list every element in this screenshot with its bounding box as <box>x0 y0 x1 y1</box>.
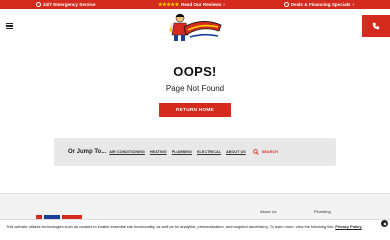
cookie-message: This website utilizes technologies such … <box>6 224 381 229</box>
search-icon <box>253 149 259 155</box>
stars-icon: ★★★★★ <box>158 1 179 8</box>
privacy-policy-link[interactable]: Privacy Policy <box>335 224 361 229</box>
reviews-label: Read Our Reviews <box>180 2 222 7</box>
hamburger-icon[interactable] <box>6 23 13 29</box>
footer-link-about-us[interactable]: About Us <box>260 209 276 214</box>
deals-link[interactable]: Deals & Financing Specials › <box>283 0 354 9</box>
chevron-right-icon: › <box>223 2 225 7</box>
deals-label: Deals & Financing Specials <box>290 2 351 7</box>
phone-icon <box>372 22 380 30</box>
jump-link-heating[interactable]: HEATING <box>150 150 167 154</box>
reviews-link[interactable]: ★★★★★ Read Our Reviews › <box>158 0 225 9</box>
top-banner: 24/7 Emergency Service ★★★★★ Read Our Re… <box>0 0 390 9</box>
search-control[interactable]: SEARCH <box>253 149 278 155</box>
jump-to-bar: Or Jump To... AIR CONDITIONING HEATING P… <box>54 138 336 166</box>
jump-link-air-conditioning[interactable]: AIR CONDITIONING <box>109 150 145 154</box>
jump-link-about-us[interactable]: ABOUT US <box>226 150 246 154</box>
action-logo[interactable] <box>168 11 222 43</box>
jump-link-plumbing[interactable]: PLUMBING <box>172 150 192 154</box>
tag-icon <box>283 2 289 7</box>
return-home-button[interactable]: RETURN HOME <box>159 103 231 117</box>
cookie-banner: This website utilizes technologies such … <box>0 219 390 240</box>
page-subtitle: Page Not Found <box>165 84 225 93</box>
footer-link-plumbing[interactable]: Plumbing <box>314 209 331 214</box>
cookie-text: This website utilizes technologies such … <box>6 224 335 229</box>
close-icon[interactable] <box>381 220 388 227</box>
chevron-right-icon: › <box>352 2 354 7</box>
emergency-link[interactable]: 24/7 Emergency Service <box>36 0 96 9</box>
phone-button[interactable] <box>362 15 390 37</box>
search-label: SEARCH <box>261 150 278 154</box>
emergency-label: 24/7 Emergency Service <box>43 2 96 7</box>
jump-to-title: Or Jump To... <box>68 149 107 155</box>
jump-link-electrical[interactable]: ELECTRICAL <box>197 150 221 154</box>
page-title: OOPS! <box>173 64 217 79</box>
site-header <box>0 9 390 45</box>
clock-icon <box>36 2 41 7</box>
